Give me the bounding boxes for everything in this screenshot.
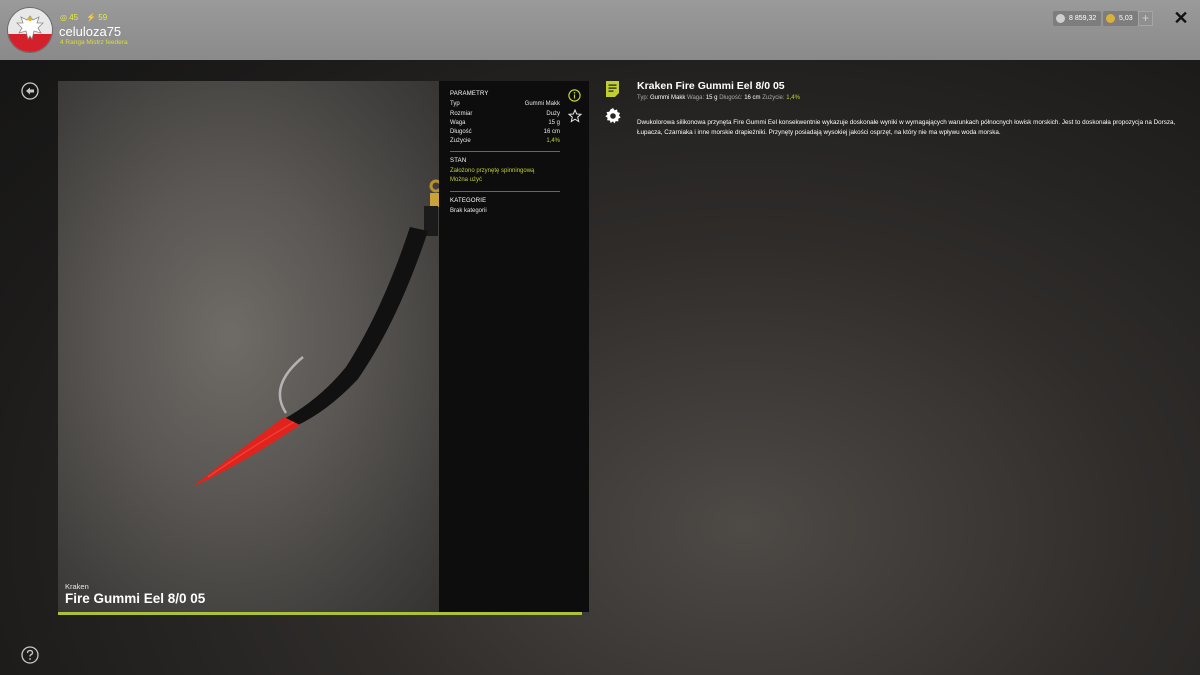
player-rank: 4 Ranga Mistrz feedera bbox=[60, 39, 128, 46]
avatar[interactable] bbox=[8, 8, 52, 52]
gear-icon[interactable] bbox=[604, 107, 622, 125]
stat-two: ⚡ 59 bbox=[86, 13, 108, 22]
silver-coin-icon bbox=[1056, 14, 1065, 23]
gold-coin-icon bbox=[1106, 14, 1115, 23]
eagle-emblem-icon bbox=[8, 8, 52, 52]
item-title: Kraken Fire Gummi Eel 8/0 05 bbox=[637, 80, 785, 92]
username[interactable]: celuloza75 bbox=[59, 24, 121, 39]
parameters-title: PARAMETRY bbox=[450, 91, 489, 97]
param-row: Waga 15 g bbox=[450, 120, 560, 126]
wear-progress-bar bbox=[58, 612, 589, 615]
info-icon[interactable] bbox=[568, 89, 581, 102]
stat-one: ◎ 45 bbox=[60, 13, 79, 22]
silver-balance[interactable]: 8 859,32 bbox=[1053, 11, 1102, 26]
top-bar: ◎ 45 ⚡ 59 celuloza75 4 Ranga Mistrz feed… bbox=[0, 0, 1200, 60]
help-icon[interactable] bbox=[21, 646, 39, 664]
state-line: Założono przynętę spinningową bbox=[450, 168, 535, 174]
gold-balance[interactable]: 5,03 bbox=[1103, 11, 1138, 26]
lure-image bbox=[192, 179, 440, 487]
photo-brand: Kraken bbox=[65, 582, 89, 591]
description-note-icon[interactable] bbox=[605, 80, 620, 98]
param-row: Zużycie 1,4% bbox=[450, 138, 560, 144]
state-line: Można użyć bbox=[450, 177, 483, 183]
item-description: Dwukolorowa silikonowa przynęta Fire Gum… bbox=[637, 119, 1176, 136]
lure-photo: Kraken Fire Gummi Eel 8/0 05 bbox=[58, 81, 440, 612]
param-row: Typ Gummi Makk bbox=[450, 101, 560, 107]
parameters-panel: PARAMETRY Typ Gummi Makk Rozmiar Duży Waga… bbox=[439, 81, 589, 612]
item-summary: Typ: Gummi Makk Waga: 15 g Długość: 16 c… bbox=[637, 95, 800, 101]
param-row: Rozmiar Duży bbox=[450, 111, 560, 117]
state-title: STAN bbox=[450, 158, 467, 164]
category-value: Brak kategorii bbox=[450, 208, 487, 214]
add-currency-button[interactable]: + bbox=[1138, 11, 1153, 26]
back-arrow-icon[interactable] bbox=[21, 82, 39, 100]
divider bbox=[450, 151, 560, 152]
photo-item-name: Fire Gummi Eel 8/0 05 bbox=[65, 591, 206, 606]
divider bbox=[450, 191, 560, 192]
category-title: KATEGORIE bbox=[450, 198, 487, 204]
close-button[interactable]: ✕ bbox=[1172, 9, 1190, 27]
wear-progress-fill bbox=[58, 612, 582, 615]
param-row: Długość 16 cm bbox=[450, 129, 560, 135]
player-stats: ◎ 45 ⚡ 59 bbox=[60, 13, 107, 22]
favorite-star-icon[interactable] bbox=[568, 109, 582, 123]
